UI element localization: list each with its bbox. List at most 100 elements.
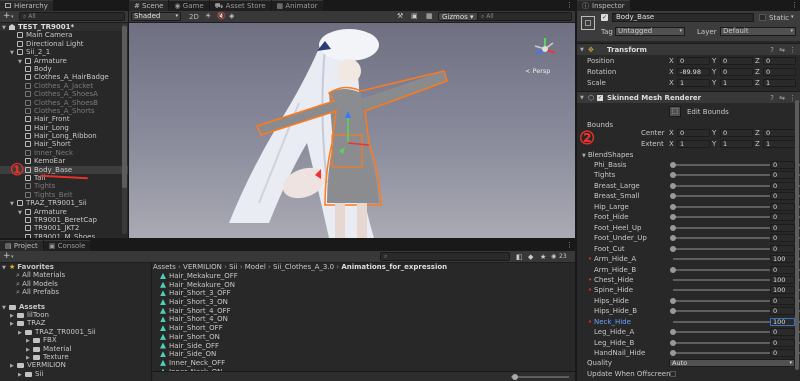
favorite-item[interactable]: ⌕ All Prefabs [0,288,150,296]
animation-file-item[interactable]: Hair_Mekakure_ON [160,281,575,290]
tab-scene[interactable]: # Scene [129,0,169,11]
breadcrumb-item[interactable]: Sii_Clothes_A_3.0 [273,263,334,271]
animation-file-item[interactable]: Hair_Side_OFF [160,342,575,351]
breadcrumb-item[interactable]: Animations_for_expression [341,263,447,271]
animation-file-item[interactable]: Hair_Side_ON [160,350,575,359]
favorites-header[interactable]: ▼ ★ Favorites [0,263,150,271]
fold-arrow-icon[interactable]: ▼ [582,153,586,159]
asset-folder-item[interactable]: ▶ Texture [0,353,150,361]
animation-file-item[interactable]: Inner_Neck_OFF [160,359,575,368]
blendshape-slider-knob[interactable] [670,162,676,168]
animation-file-item[interactable]: Hair_Mekakure_OFF [160,272,575,281]
chevron-down-icon[interactable]: ▾ [11,254,14,260]
blendshape-value-field[interactable]: 0 [770,234,795,243]
hierarchy-item[interactable]: Clothes_A_Shorts [0,107,128,115]
fold-arrow-icon[interactable]: ▼ [580,44,584,56]
preset-icon[interactable]: ⇋ [779,92,785,104]
fold-arrow-icon[interactable]: ▼ [580,92,584,104]
quality-dropdown[interactable]: Auto ▾ [669,359,795,367]
tools-icon[interactable]: ⚒ [397,12,403,20]
edit-bounds-button[interactable]: ⬚ [669,106,681,117]
blendshape-slider-knob[interactable] [670,329,676,336]
view-options-icon[interactable]: ▦ [426,12,433,20]
blendshape-slider-knob[interactable] [670,350,676,357]
renderer-header[interactable]: ▼ ⬡ ✓ Skinned Mesh Renderer ? ⇋ ⋮ [577,91,800,103]
tab-hierarchy[interactable]: Hierarchy [0,0,53,11]
hierarchy-item[interactable]: TR9001_JKT2 [0,224,128,232]
blendshape-slider-knob[interactable] [670,339,676,346]
tab-console[interactable]: ▣ Console [43,240,91,251]
gizmos-dropdown[interactable]: Gizmos ▾ [438,12,478,21]
blendshape-slider-knob[interactable] [670,308,676,315]
hierarchy-item[interactable]: Main Camera [0,31,128,39]
hierarchy-item[interactable]: Inner_Neck [0,149,128,157]
hierarchy-item[interactable]: Clothes_A_HairBadge [0,73,128,81]
z-field[interactable]: 0 [763,68,796,76]
blendshape-value-field[interactable]: 0 [770,171,795,180]
static-checkbox[interactable] [759,14,766,21]
tab-project[interactable]: ▤ Project [0,240,43,251]
x-field[interactable]: 1 [677,79,710,87]
favorite-item[interactable]: ⌕ All Materials [0,271,150,279]
x-field[interactable]: 0 [677,129,710,137]
blendshape-slider-knob[interactable] [670,182,676,189]
hierarchy-search-input[interactable]: ⌕ All [19,12,125,21]
blendshape-slider-knob[interactable] [670,224,676,231]
blendshape-value-field[interactable]: 100 [770,275,795,284]
more-icon[interactable]: ⋮ [566,241,573,249]
hierarchy-item[interactable]: Hair_Long_Ribbon [0,132,128,140]
blendshape-slider-knob[interactable] [670,214,676,221]
x-field[interactable]: -89.98 [677,68,710,76]
y-field[interactable]: 0 [720,129,753,137]
favorite-star-icon[interactable]: ★ [540,253,546,261]
blendshape-value-field[interactable]: 0 [770,338,795,347]
asset-folder-item[interactable]: ▶ lilToon [0,311,150,319]
z-field[interactable]: 0 [763,57,796,65]
assets-header[interactable]: ▼ Assets [0,303,150,311]
blendshape-value-field[interactable]: 0 [770,202,795,211]
tab-animator[interactable]: ▦ Animator [271,0,323,11]
fold-arrow-icon[interactable]: ▶ [18,371,25,379]
camera-icon[interactable]: ▣ [411,12,418,20]
blendshape-value-field[interactable]: 100 [770,255,795,264]
animation-file-item[interactable]: Hair_Short_ON [160,333,575,342]
breadcrumb-item[interactable]: VERMILION [183,263,222,271]
hierarchy-item[interactable]: Hair_Long [0,124,128,132]
more-icon[interactable]: ⋮ [566,1,573,9]
scene-search-input[interactable]: ⌕ All [477,12,572,21]
add-asset-button[interactable]: + [3,251,11,262]
scene-viewport[interactable]: < Persp [129,23,575,238]
tab-inspector[interactable]: ⓘ Inspector [577,0,630,11]
object-name-field[interactable]: Body_Base [612,13,754,22]
hierarchy-item[interactable]: Clothes_A_ShoesB [0,99,128,107]
z-field[interactable]: 0 [763,129,796,137]
hierarchy-item[interactable]: Hair_Short [0,140,128,148]
x-field[interactable]: 0 [677,57,710,65]
tab-asset-store[interactable]: ⛟ Asset Store [209,0,271,11]
transform-header[interactable]: ▼ ✥ Transform ? ⇋ ⋮ [577,43,800,55]
effects-toggle-icon[interactable]: ◈ [229,12,234,20]
zoom-slider-knob[interactable] [512,374,518,380]
chevron-down-icon[interactable]: ▾ [791,14,794,20]
update-offscreen-checkbox[interactable] [670,371,676,377]
asset-folder-item[interactable]: ▶ TRAZ_TR0001_Sii [0,328,150,336]
blendshape-value-field[interactable]: 0 [770,213,795,222]
blendshape-value-field[interactable]: 0 [770,328,795,337]
asset-folder-item[interactable]: ▶ TRAZ [0,319,150,327]
y-field[interactable]: 0 [720,57,753,65]
scene-root[interactable]: ▼TEST_TR9001*⋮ [0,23,128,32]
animation-file-item[interactable]: Hair_Short_3_OFF [160,289,575,298]
add-button[interactable]: + [3,11,11,22]
persp-label[interactable]: < Persp [525,67,550,75]
y-field[interactable]: 1 [720,140,753,148]
asset-folder-item[interactable]: ▶ Material [0,345,150,353]
blendshape-slider-knob[interactable] [670,203,676,210]
tag-dropdown[interactable]: Untagged ▾ [615,27,685,36]
hierarchy-item[interactable]: ▼ TRAZ_TR9001_Sii [0,199,128,207]
favorite-item[interactable]: ⌕ All Models [0,280,150,288]
hierarchy-item[interactable]: Body [0,65,128,73]
hierarchy-item[interactable]: Clothes_A_ShoesA [0,90,128,98]
inspector-scrollbar[interactable] [795,100,799,370]
more-icon[interactable]: ⋮ [789,44,796,56]
filter-label-icon[interactable]: ◆ [528,253,533,261]
